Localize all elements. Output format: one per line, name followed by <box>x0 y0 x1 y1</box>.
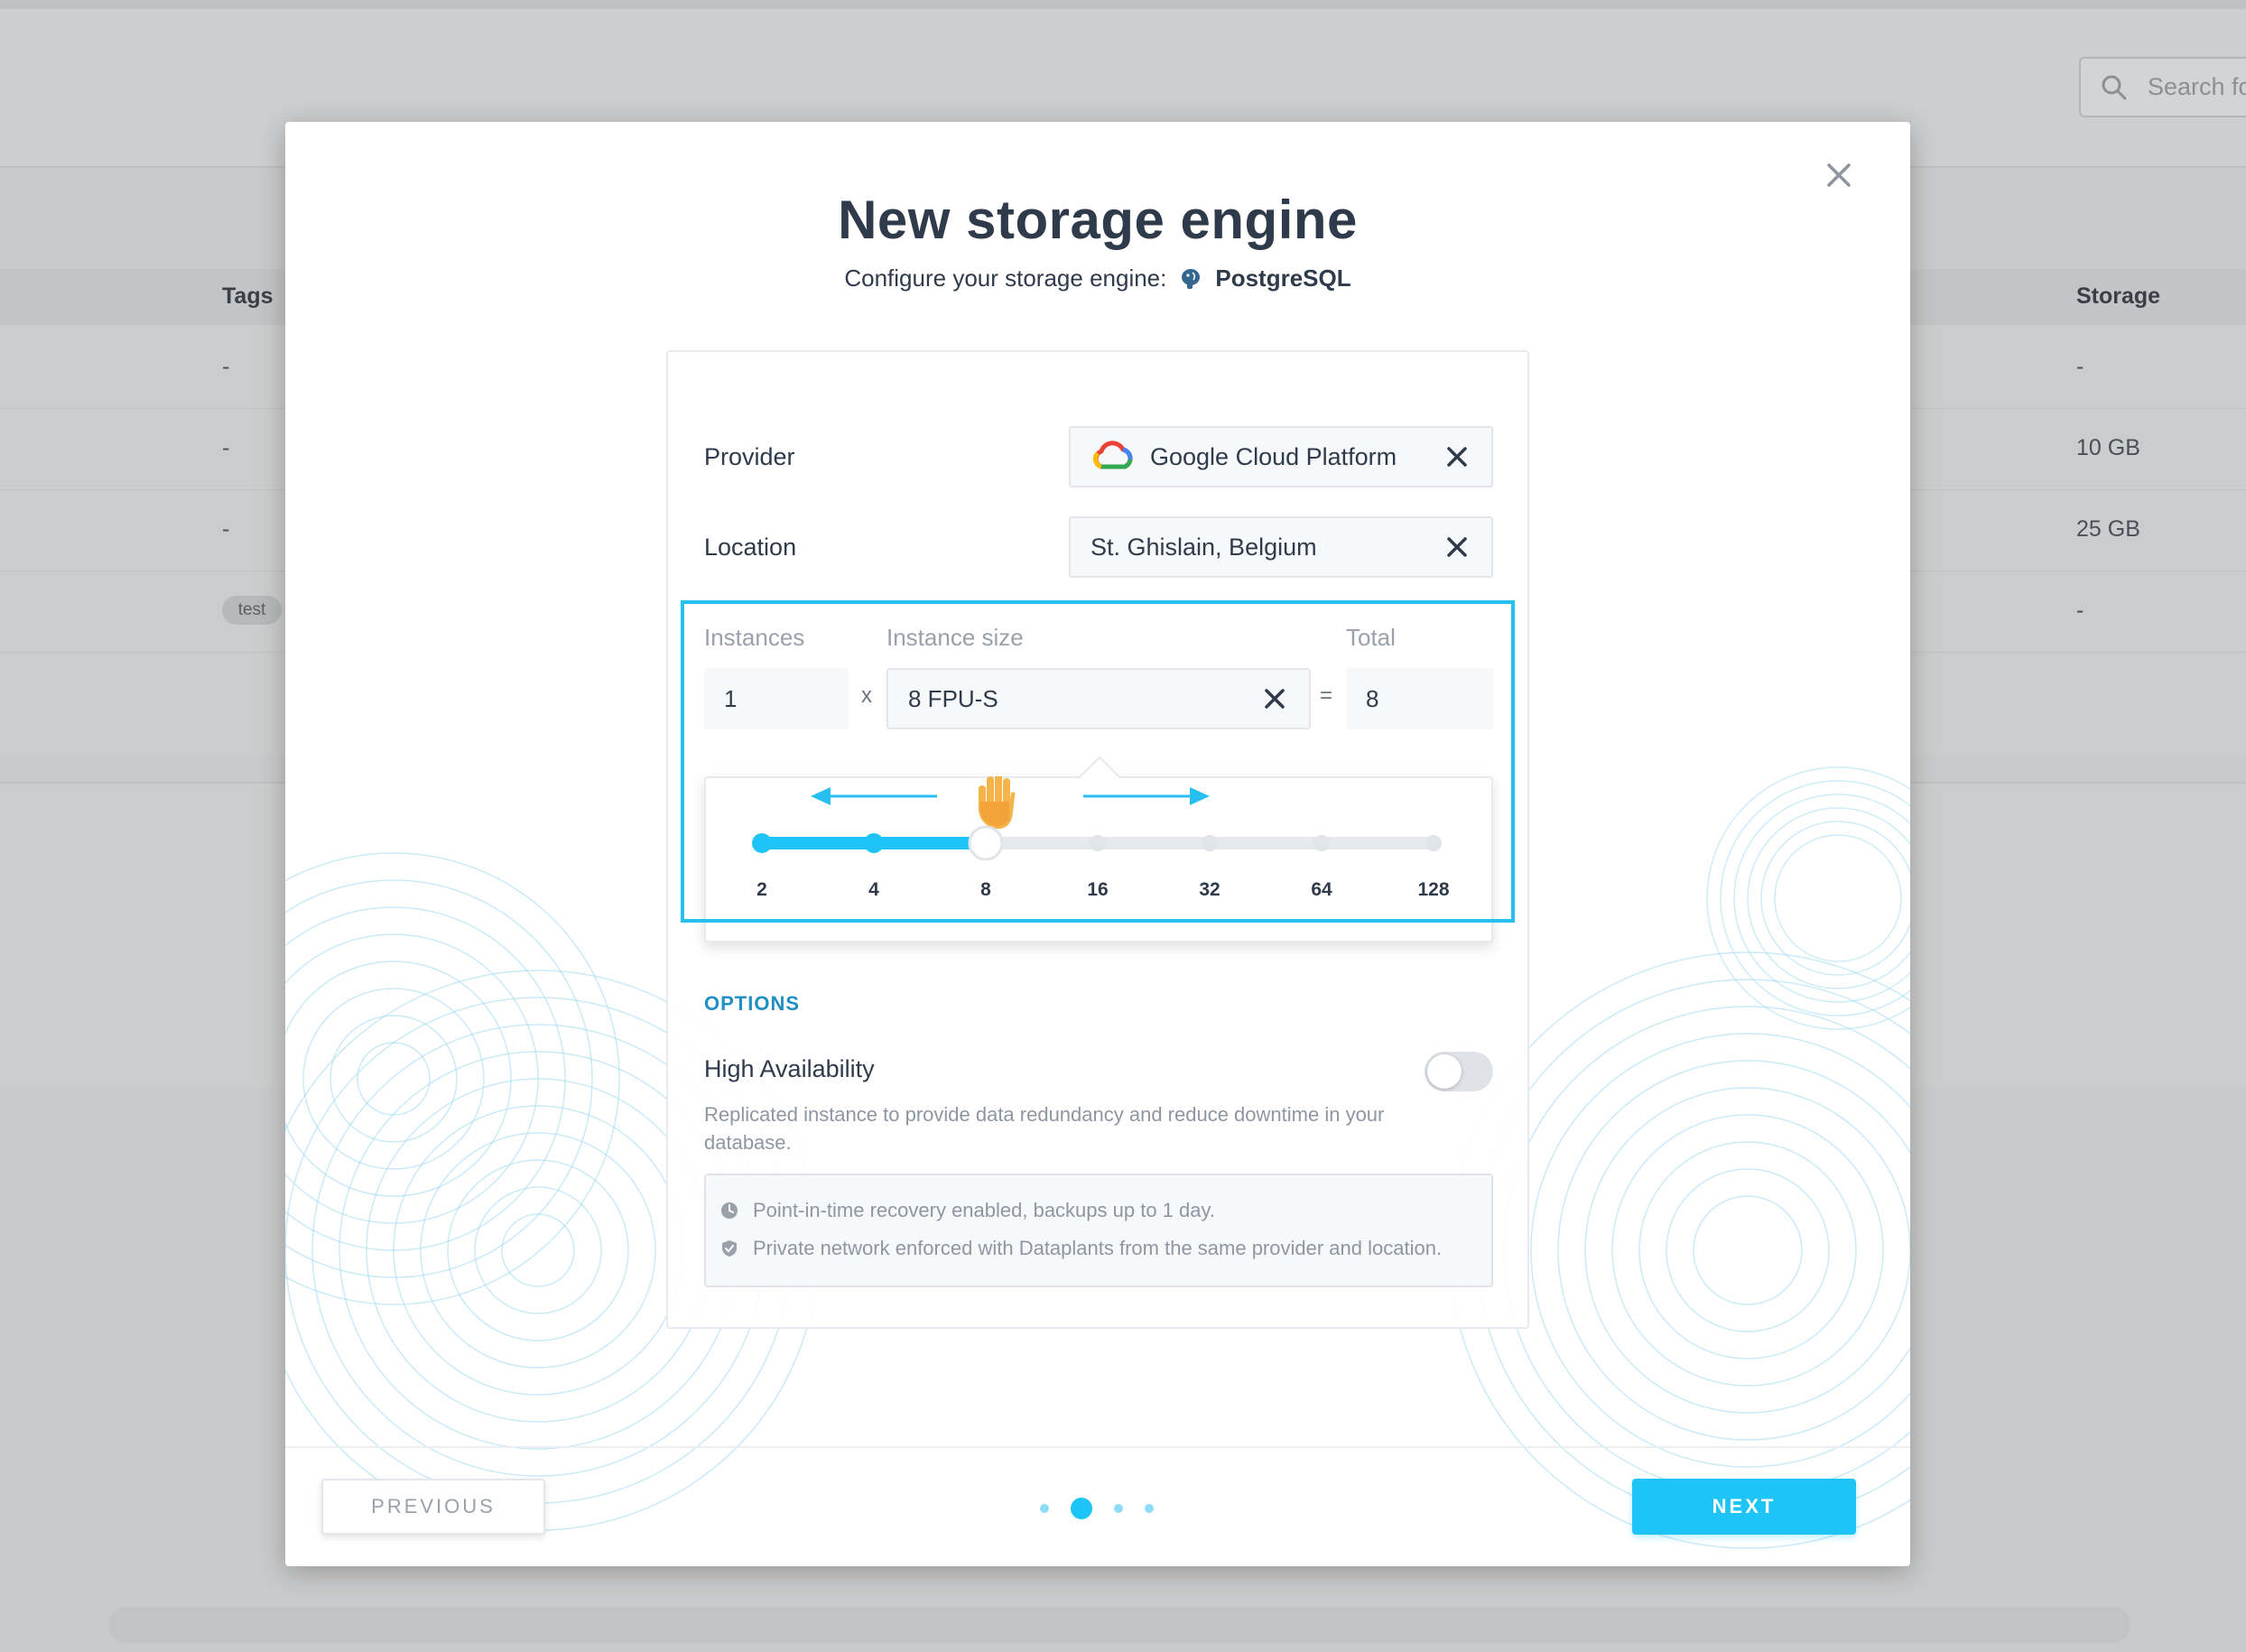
step-indicator <box>1040 1496 1166 1519</box>
background-cell-storage: 25 GB <box>2076 516 2140 542</box>
provider-select[interactable]: Google Cloud Platform <box>1069 426 1493 487</box>
step-dot-1[interactable] <box>1040 1504 1049 1513</box>
provider-select-value-wrapper: Google Cloud Platform <box>1091 440 1443 474</box>
toggle-knob <box>1427 1054 1462 1089</box>
postgresql-elephant-icon <box>1182 268 1201 289</box>
background-search-field[interactable]: Search fo <box>2079 57 2246 117</box>
background-tag-badge: test <box>222 596 282 625</box>
clock-icon <box>721 1202 738 1219</box>
close-icon <box>1827 163 1851 187</box>
location-select-value-wrapper: St. Ghislain, Belgium <box>1091 534 1443 561</box>
search-icon <box>2102 75 2127 99</box>
background-cell-storage: - <box>2076 354 2084 379</box>
clear-provider-button[interactable] <box>1443 442 1471 471</box>
step-dot-4[interactable] <box>1145 1504 1154 1513</box>
info-box: Point-in-time recovery enabled, backups … <box>704 1174 1493 1287</box>
info-line-recovery: Point-in-time recovery enabled, backups … <box>720 1199 1215 1222</box>
background-cell-storage: - <box>2076 598 2084 623</box>
info-text-network: Private network enforced with Dataplants… <box>753 1237 1443 1259</box>
clear-location-button[interactable] <box>1443 533 1471 561</box>
background-bottom-shadow <box>108 1607 2130 1643</box>
provider-value: Google Cloud Platform <box>1150 442 1397 470</box>
options-title: OPTIONS <box>704 992 801 1015</box>
shield-icon <box>722 1240 737 1257</box>
clear-x-icon <box>1447 537 1467 557</box>
sizing-highlight-frame <box>681 600 1515 923</box>
background-cell-tags: - <box>222 516 230 542</box>
step-dot-2[interactable] <box>1071 1498 1092 1519</box>
new-storage-engine-modal: New storage engine Configure your storag… <box>285 122 1910 1566</box>
engine-name: PostgreSQL <box>1215 265 1351 292</box>
next-button[interactable]: NEXT <box>1632 1479 1856 1535</box>
subtitle-text: Configure your storage engine: <box>844 265 1167 292</box>
location-select[interactable]: St. Ghislain, Belgium <box>1069 516 1493 578</box>
background-cell-tags: - <box>222 354 230 379</box>
info-line-network: Private network enforced with Dataplants… <box>720 1237 1442 1260</box>
modal-subtitle: Configure your storage engine: PostgreSQ… <box>285 265 1910 292</box>
high-availability-toggle[interactable] <box>1425 1052 1493 1091</box>
background-cell-storage: 10 GB <box>2076 435 2140 460</box>
location-value: St. Ghislain, Belgium <box>1091 533 1317 561</box>
modal-title: New storage engine <box>838 190 1358 250</box>
footer-divider <box>285 1446 1910 1448</box>
step-dot-3[interactable] <box>1114 1504 1123 1513</box>
background-search-placeholder: Search fo <box>2148 73 2246 100</box>
background-cell-tags: - <box>222 435 230 460</box>
background-top-bar <box>0 0 2246 9</box>
previous-button[interactable]: PREVIOUS <box>321 1479 545 1535</box>
high-availability-description: Replicated instance to provide data redu… <box>704 1103 1385 1154</box>
provider-label: Provider <box>704 443 795 470</box>
high-availability-label: High Availability <box>704 1055 875 1082</box>
background-column-tags: Tags <box>222 283 274 309</box>
background-column-storage: Storage <box>2076 283 2161 309</box>
google-cloud-icon <box>1092 441 1133 469</box>
clear-x-icon <box>1447 447 1467 467</box>
info-text-recovery: Point-in-time recovery enabled, backups … <box>753 1199 1215 1221</box>
location-label: Location <box>704 534 797 561</box>
